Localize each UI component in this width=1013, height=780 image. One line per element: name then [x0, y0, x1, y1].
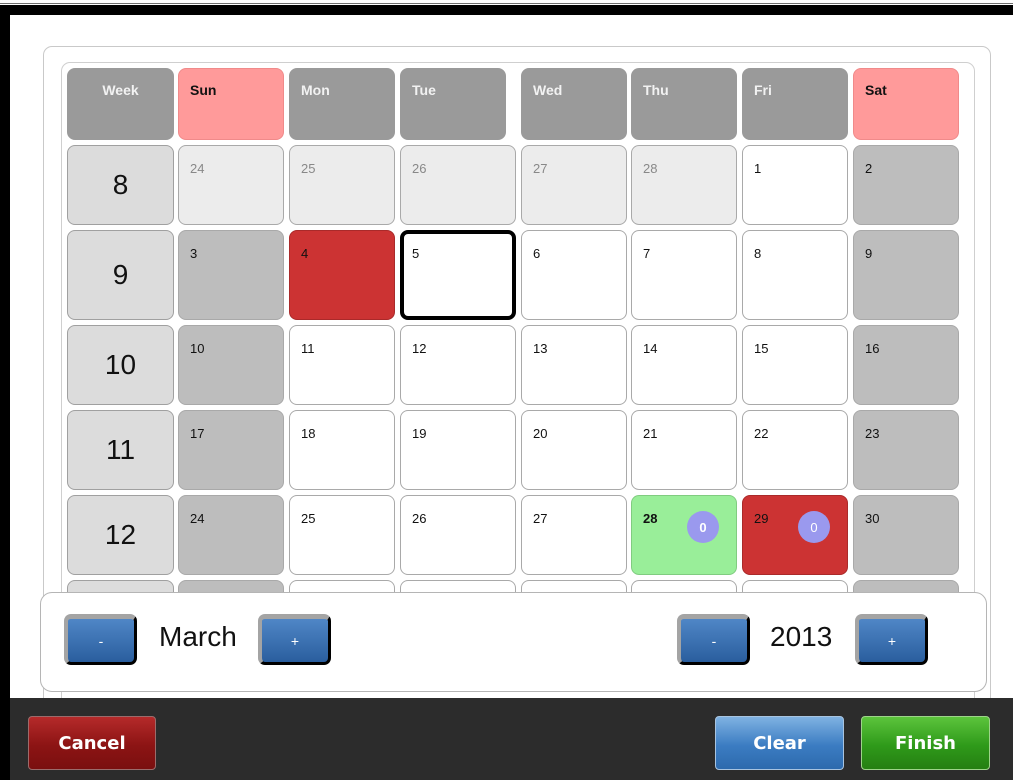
- month-increment-button[interactable]: +: [258, 614, 331, 665]
- month-label: March: [159, 621, 237, 652]
- header-sat: Sat: [853, 68, 959, 140]
- day-cell[interactable]: 6: [521, 230, 627, 320]
- cancel-button[interactable]: Cancel: [28, 716, 156, 770]
- day-cell[interactable]: 9: [853, 230, 959, 320]
- header-mon: Mon: [289, 68, 395, 140]
- year-increment-button[interactable]: +: [855, 614, 928, 665]
- day-cell-marked[interactable]: 4: [289, 230, 395, 320]
- day-cell[interactable]: 7: [631, 230, 737, 320]
- event-count-badge: 0: [687, 511, 719, 543]
- header-fri: Fri: [742, 68, 848, 140]
- day-cell[interactable]: 27: [521, 495, 627, 575]
- day-cell[interactable]: 10: [178, 325, 284, 405]
- year-label: 2013: [770, 621, 833, 652]
- header-week: Week: [67, 68, 174, 140]
- day-cell[interactable]: 20: [521, 410, 627, 490]
- month-year-navigator: - March + - 2013 +: [40, 592, 987, 692]
- finish-button[interactable]: Finish: [861, 716, 990, 770]
- day-cell[interactable]: 25: [289, 145, 395, 225]
- day-cell[interactable]: 25: [289, 495, 395, 575]
- day-cell[interactable]: 8: [742, 230, 848, 320]
- event-count-badge: 0: [798, 511, 830, 543]
- day-cell[interactable]: 11: [289, 325, 395, 405]
- day-cell[interactable]: 17: [178, 410, 284, 490]
- top-border-line: [0, 3, 1013, 4]
- year-decrement-button[interactable]: -: [677, 614, 750, 665]
- week-number: 12: [67, 495, 174, 575]
- day-cell[interactable]: 24: [178, 145, 284, 225]
- day-cell[interactable]: 24: [178, 495, 284, 575]
- day-cell[interactable]: 18: [289, 410, 395, 490]
- day-cell[interactable]: 15: [742, 325, 848, 405]
- day-cell-selected[interactable]: 5: [400, 230, 516, 320]
- day-number: 28: [643, 511, 658, 526]
- day-cell[interactable]: 23: [853, 410, 959, 490]
- header-tue: Tue: [400, 68, 506, 140]
- day-cell[interactable]: 13: [521, 325, 627, 405]
- day-cell[interactable]: 22: [742, 410, 848, 490]
- day-cell-marked[interactable]: 28 0: [631, 495, 737, 575]
- header-sun: Sun: [178, 68, 284, 140]
- day-cell[interactable]: 16: [853, 325, 959, 405]
- day-cell[interactable]: 30: [853, 495, 959, 575]
- day-cell[interactable]: 26: [400, 145, 516, 225]
- clear-button[interactable]: Clear: [715, 716, 844, 770]
- action-bar: Cancel Clear Finish: [10, 698, 1013, 780]
- day-cell[interactable]: 26: [400, 495, 516, 575]
- day-cell[interactable]: 12: [400, 325, 516, 405]
- header-thu: Thu: [631, 68, 737, 140]
- day-cell[interactable]: 14: [631, 325, 737, 405]
- day-cell[interactable]: 21: [631, 410, 737, 490]
- month-decrement-button[interactable]: -: [64, 614, 137, 665]
- day-cell[interactable]: 27: [521, 145, 627, 225]
- day-cell[interactable]: 2: [853, 145, 959, 225]
- day-cell[interactable]: 28: [631, 145, 737, 225]
- week-number: 10: [67, 325, 174, 405]
- week-number: 9: [67, 230, 174, 320]
- calendar-dialog: Week Sun Mon Tue Wed Thu Fri Sat 8 24 25…: [10, 15, 1013, 780]
- day-cell-marked[interactable]: 29 0: [742, 495, 848, 575]
- week-number: 8: [67, 145, 174, 225]
- day-cell[interactable]: 19: [400, 410, 516, 490]
- day-cell[interactable]: 3: [178, 230, 284, 320]
- week-number: 11: [67, 410, 174, 490]
- header-wed: Wed: [521, 68, 627, 140]
- day-number: 29: [754, 511, 769, 526]
- day-cell[interactable]: 1: [742, 145, 848, 225]
- window-frame: Week Sun Mon Tue Wed Thu Fri Sat 8 24 25…: [0, 5, 1013, 780]
